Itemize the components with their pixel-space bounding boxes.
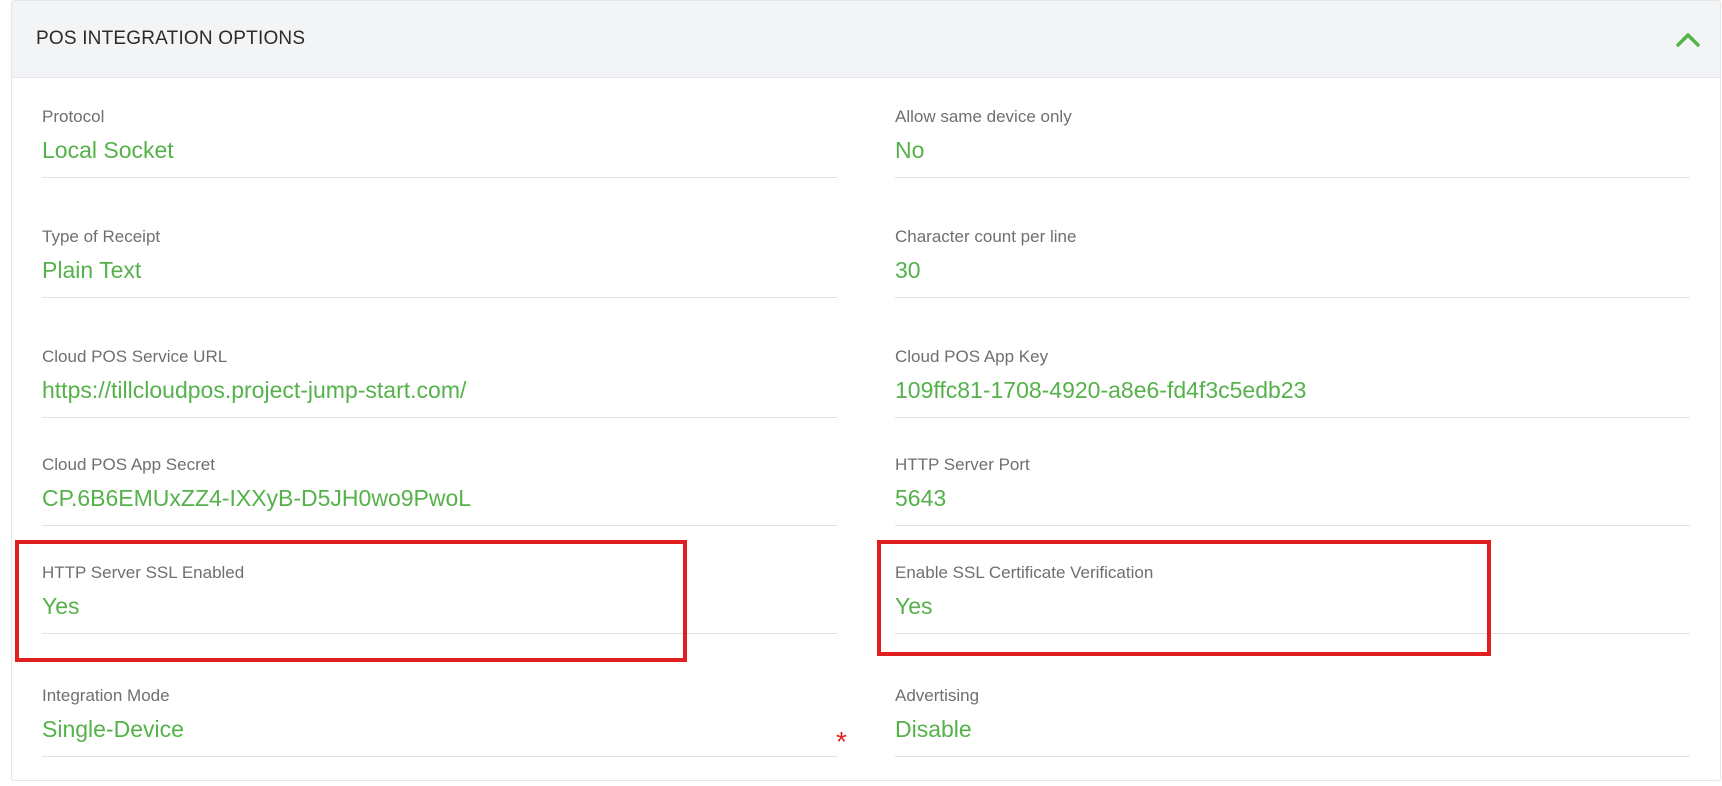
field-value: Local Socket (42, 137, 174, 163)
field-label: Allow same device only (895, 107, 1072, 126)
field-protocol[interactable]: Protocol Local Socket (42, 107, 837, 207)
field-value: Single-Device (42, 716, 184, 742)
field-app-key[interactable]: Cloud POS App Key 109ffc81-1708-4920-a8e… (895, 347, 1690, 447)
field-underline (895, 297, 1690, 298)
field-label: Advertising (895, 686, 980, 705)
field-value: Disable (895, 716, 972, 742)
chevron-up-icon[interactable] (1674, 27, 1702, 51)
field-underline (42, 177, 837, 178)
field-advertising[interactable]: Advertising Disable (895, 686, 1690, 786)
field-char-count[interactable]: Character count per line 30 (895, 227, 1690, 327)
field-label: Cloud POS App Secret (42, 455, 215, 474)
field-label: Character count per line (895, 227, 1077, 246)
field-cloud-url[interactable]: Cloud POS Service URL https://tillcloudp… (42, 347, 837, 447)
field-label: Type of Receipt (42, 227, 161, 246)
panel-title: POS INTEGRATION OPTIONS (36, 28, 306, 49)
field-value: 30 (895, 257, 921, 283)
panel-header[interactable]: POS INTEGRATION OPTIONS (12, 1, 1720, 78)
field-underline (42, 297, 837, 298)
field-label: HTTP Server Port (895, 455, 1030, 474)
field-label: Cloud POS App Key (895, 347, 1049, 366)
field-label: Cloud POS Service URL (42, 347, 228, 366)
field-value: 109ffc81-1708-4920-a8e6-fd4f3c5edb23 (895, 377, 1307, 403)
field-underline (42, 756, 837, 757)
field-value: https://tillcloudpos.project-jump-start.… (42, 377, 467, 403)
field-underline (42, 525, 837, 526)
field-value: Plain Text (42, 257, 142, 283)
highlight-ssl-verify (877, 540, 1491, 656)
field-underline (895, 177, 1690, 178)
field-underline (895, 756, 1690, 757)
field-value: No (895, 137, 925, 163)
field-integration-mode[interactable]: Integration Mode Single-Device (42, 686, 837, 786)
field-underline (895, 417, 1690, 418)
field-allow-same-device[interactable]: Allow same device only No (895, 107, 1690, 207)
field-underline (895, 525, 1690, 526)
field-value: 5643 (895, 485, 947, 511)
field-underline (42, 417, 837, 418)
field-label: Protocol (42, 107, 105, 126)
highlight-ssl-enabled (15, 540, 687, 662)
field-label: Integration Mode (42, 686, 170, 705)
field-value: CP.6B6EMUxZZ4-IXXyB-D5JH0wo9PwoL (42, 485, 472, 511)
field-receipt-type[interactable]: Type of Receipt Plain Text (42, 227, 837, 327)
required-marker: * (836, 726, 847, 757)
